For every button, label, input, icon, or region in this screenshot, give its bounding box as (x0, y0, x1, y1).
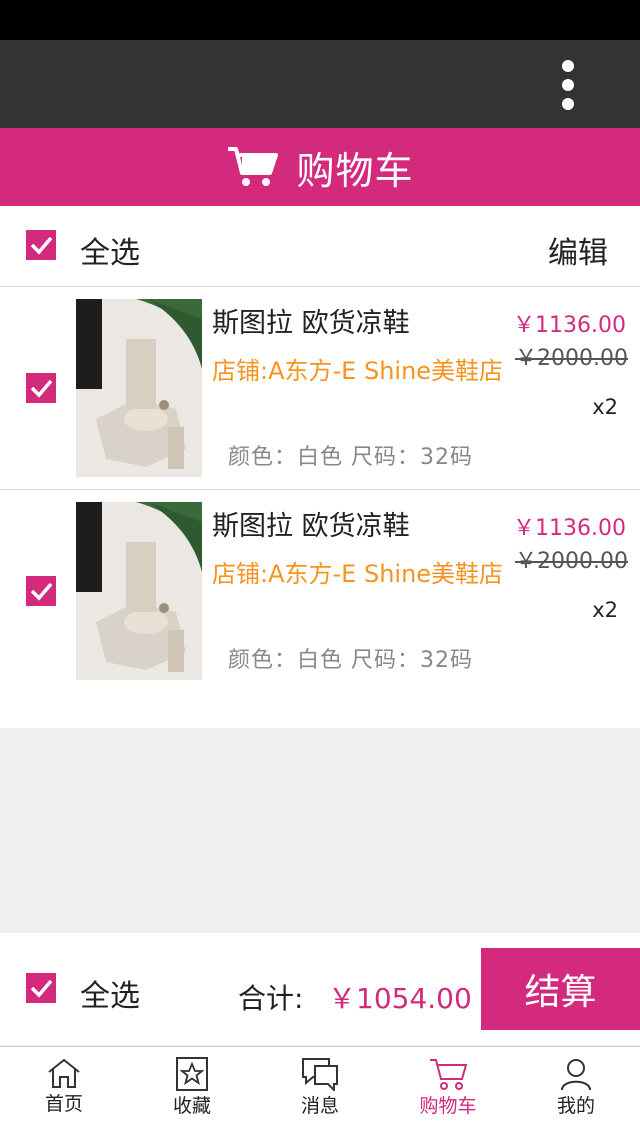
tab-cart[interactable]: 购物车 (384, 1047, 512, 1137)
status-bar (0, 0, 640, 40)
cart-icon (430, 1059, 468, 1090)
edit-button[interactable]: 编辑 (548, 228, 608, 272)
select-all-bar: 全选 编辑 (0, 206, 640, 287)
product-image[interactable] (76, 502, 202, 680)
select-all-label: 全选 (80, 979, 140, 1014)
tab-label: 购物车 (419, 1095, 477, 1117)
tab-label: 我的 (556, 1095, 595, 1117)
chat-icon (302, 1058, 338, 1091)
product-price: ￥1136.00 (513, 313, 626, 338)
tab-home[interactable]: 首页 (0, 1047, 128, 1137)
product-price: ￥1136.00 (513, 516, 626, 541)
product-spec: 颜色：白色 尺码：32码 (228, 648, 473, 673)
select-all-checkbox[interactable] (26, 973, 56, 1003)
select-all-label: 全选 (80, 236, 140, 271)
tab-profile[interactable]: 我的 (512, 1047, 640, 1137)
shop-name[interactable]: 店铺:A东方-E Shine美鞋店 (212, 554, 503, 589)
item-checkbox[interactable] (26, 576, 56, 606)
original-price: ￥2000.00 (515, 346, 628, 371)
total-value: ￥1054.00 (328, 982, 472, 1015)
home-icon (48, 1058, 80, 1088)
item-checkbox[interactable] (26, 373, 56, 403)
app-bar (0, 40, 640, 128)
product-image[interactable] (76, 299, 202, 477)
original-price: ￥2000.00 (515, 549, 628, 574)
product-name[interactable]: 斯图拉 欧货凉鞋 (212, 504, 410, 543)
user-icon (561, 1059, 591, 1091)
tab-favorites[interactable]: 收藏 (128, 1047, 256, 1137)
bottom-tab-bar: 首页 收藏 消息 购物车 我的 (0, 1046, 640, 1137)
page-title: 购物车 (296, 148, 414, 193)
quantity: x2 (592, 395, 618, 419)
product-spec: 颜色：白色 尺码：32码 (228, 445, 473, 470)
select-all-checkbox[interactable] (26, 230, 56, 260)
shop-name[interactable]: 店铺:A东方-E Shine美鞋店 (212, 351, 503, 386)
star-icon (176, 1057, 208, 1091)
product-name[interactable]: 斯图拉 欧货凉鞋 (212, 301, 410, 340)
checkout-button[interactable]: 结算 (481, 948, 640, 1030)
page-header: 购物车 (0, 128, 640, 206)
checkout-bar: 全选 合计: ￥1054.00 结算 (0, 933, 640, 1045)
tab-label: 首页 (44, 1093, 83, 1115)
tab-label: 收藏 (172, 1095, 211, 1117)
quantity: x2 (592, 598, 618, 622)
cart-item[interactable]: 斯图拉 欧货凉鞋 店铺:A东方-E Shine美鞋店 ￥1136.00 ￥200… (0, 287, 640, 490)
overflow-menu-icon[interactable] (544, 60, 592, 110)
tab-label: 消息 (300, 1095, 339, 1117)
cart-icon (228, 147, 279, 186)
cart-item[interactable]: 斯图拉 欧货凉鞋 店铺:A东方-E Shine美鞋店 ￥1136.00 ￥200… (0, 490, 640, 728)
total-label: 合计: (238, 982, 304, 1015)
tab-messages[interactable]: 消息 (256, 1047, 384, 1137)
